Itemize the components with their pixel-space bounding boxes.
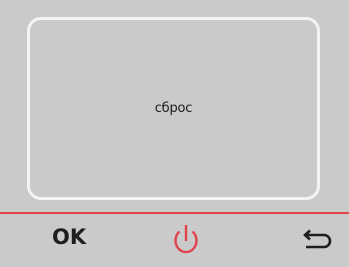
device-screen: сброс OK [0, 0, 349, 267]
power-icon [174, 225, 198, 254]
back-arrow-icon [303, 229, 332, 249]
power-button[interactable] [170, 222, 202, 258]
message-text: сброс [154, 101, 193, 116]
message-panel: сброс [27, 17, 320, 200]
back-button[interactable] [300, 228, 336, 254]
ok-button[interactable]: OK [52, 227, 86, 248]
softkey-bar: OK [0, 214, 349, 267]
